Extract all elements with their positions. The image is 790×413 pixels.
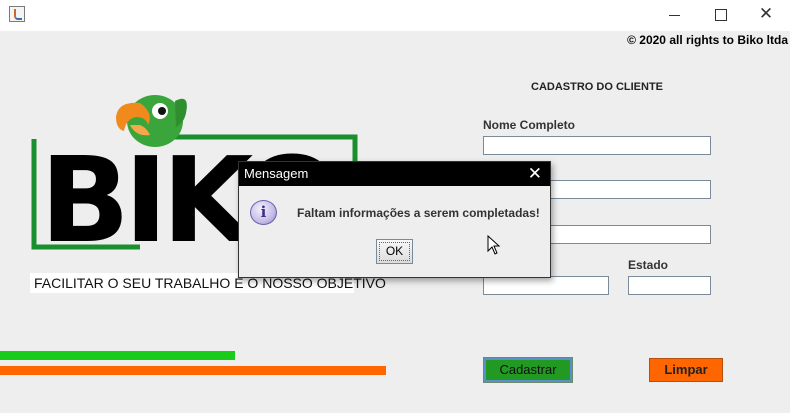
info-icon: i: [250, 200, 277, 225]
form-title: CADASTRO DO CLIENTE: [531, 81, 663, 93]
mouse-cursor-icon: [487, 235, 501, 255]
orange-accent-bar: [0, 366, 386, 375]
ok-button[interactable]: OK: [376, 239, 413, 264]
limpar-button[interactable]: Limpar: [649, 358, 723, 382]
maximize-button[interactable]: [697, 0, 743, 30]
cadastrar-button[interactable]: Cadastrar: [483, 357, 573, 383]
dialog-title: Mensagem: [244, 166, 309, 181]
copyright-text: © 2020 all rights to Biko ltda: [627, 33, 788, 47]
estado-label: Estado: [628, 258, 669, 272]
java-app-icon: [9, 6, 25, 22]
dialog-message: Faltam informações a serem completadas!: [297, 206, 540, 220]
form-field-4-input[interactable]: [483, 276, 609, 295]
window-titlebar: ✕: [0, 0, 790, 31]
nome-completo-label: Nome Completo: [483, 118, 576, 132]
estado-input[interactable]: [628, 276, 711, 295]
green-accent-bar: [0, 351, 235, 360]
dialog-close-icon[interactable]: ✕: [528, 162, 542, 186]
minimize-button[interactable]: [651, 0, 697, 30]
dialog-titlebar: Mensagem ✕: [239, 162, 550, 186]
close-window-button[interactable]: ✕: [743, 0, 789, 30]
nome-completo-input[interactable]: [483, 136, 711, 155]
message-dialog: Mensagem ✕ i Faltam informações a serem …: [238, 161, 551, 278]
